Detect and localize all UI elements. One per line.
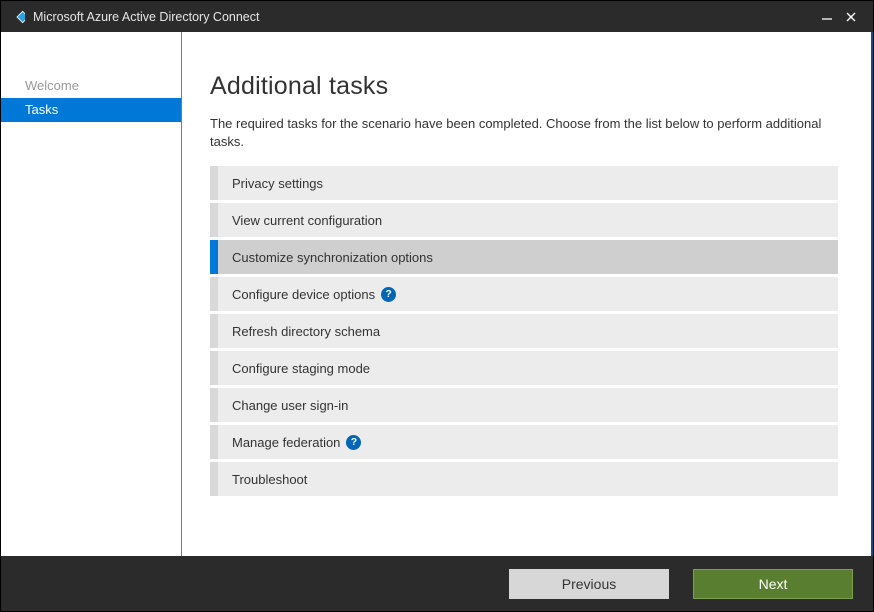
task-refresh-directory-schema[interactable]: Refresh directory schema <box>210 314 838 348</box>
main-content: Additional tasks The required tasks for … <box>182 32 871 556</box>
previous-button[interactable]: Previous <box>509 569 669 599</box>
sidebar-item-label: Welcome <box>25 78 79 93</box>
task-accent-bar <box>210 314 218 348</box>
task-view-current-configuration[interactable]: View current configuration <box>210 203 838 237</box>
task-label: View current configuration <box>232 213 382 228</box>
task-configure-device-options[interactable]: Configure device options ? <box>210 277 838 311</box>
task-label: Configure staging mode <box>232 361 370 376</box>
task-label: Configure device options <box>232 287 375 302</box>
task-accent-bar <box>210 240 218 274</box>
task-list: Privacy settings View current configurat… <box>210 166 838 496</box>
minimize-button[interactable] <box>815 5 839 29</box>
task-accent-bar <box>210 351 218 385</box>
task-accent-bar <box>210 166 218 200</box>
task-customize-synchronization-options[interactable]: Customize synchronization options <box>210 240 838 274</box>
task-label: Troubleshoot <box>232 472 307 487</box>
window: Microsoft Azure Active Directory Connect… <box>0 0 874 612</box>
sidebar: Welcome Tasks <box>1 32 182 556</box>
window-title: Microsoft Azure Active Directory Connect <box>33 10 259 24</box>
help-icon[interactable]: ? <box>346 435 361 450</box>
task-label: Privacy settings <box>232 176 323 191</box>
task-troubleshoot[interactable]: Troubleshoot <box>210 462 838 496</box>
page-heading: Additional tasks <box>210 72 843 101</box>
task-accent-bar <box>210 462 218 496</box>
body: Welcome Tasks Additional tasks The requi… <box>1 32 873 556</box>
next-button[interactable]: Next <box>693 569 853 599</box>
azure-logo-icon <box>9 9 25 25</box>
sidebar-item-label: Tasks <box>25 102 58 117</box>
task-accent-bar <box>210 203 218 237</box>
sidebar-item-welcome[interactable]: Welcome <box>1 74 181 98</box>
task-label: Refresh directory schema <box>232 324 380 339</box>
task-privacy-settings[interactable]: Privacy settings <box>210 166 838 200</box>
task-configure-staging-mode[interactable]: Configure staging mode <box>210 351 838 385</box>
task-accent-bar <box>210 277 218 311</box>
close-button[interactable] <box>839 5 863 29</box>
footer: Previous Next <box>1 556 873 611</box>
sidebar-item-tasks[interactable]: Tasks <box>1 98 181 122</box>
page-description: The required tasks for the scenario have… <box>210 115 840 150</box>
task-label: Customize synchronization options <box>232 250 433 265</box>
help-icon[interactable]: ? <box>381 287 396 302</box>
task-accent-bar <box>210 388 218 422</box>
task-change-user-sign-in[interactable]: Change user sign-in <box>210 388 838 422</box>
task-label: Manage federation <box>232 435 340 450</box>
task-label: Change user sign-in <box>232 398 348 413</box>
task-accent-bar <box>210 425 218 459</box>
titlebar: Microsoft Azure Active Directory Connect <box>1 1 873 32</box>
task-manage-federation[interactable]: Manage federation ? <box>210 425 838 459</box>
